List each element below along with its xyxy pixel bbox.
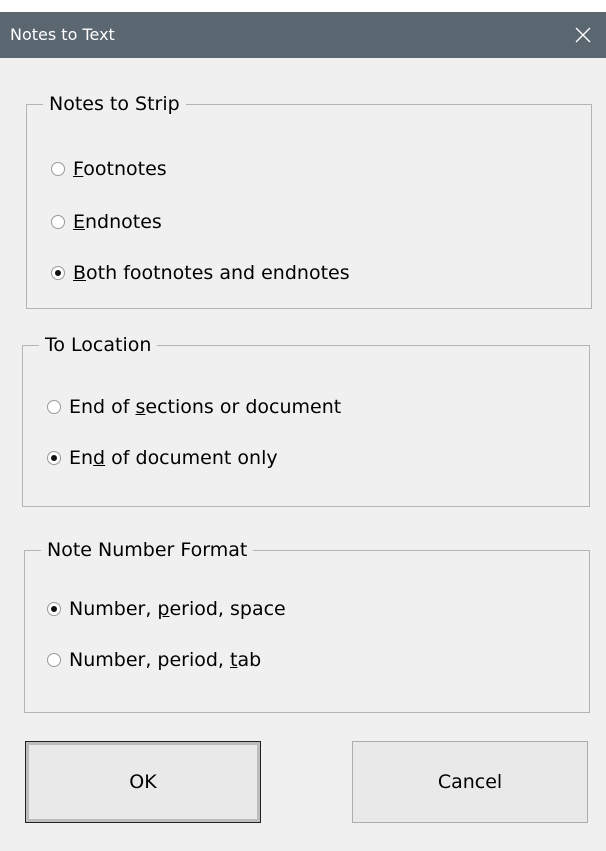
radio-end-of-document-only[interactable]: End of document only <box>47 446 278 470</box>
note-number-format-group: Note Number Format Number, period, space… <box>24 538 590 713</box>
radio-both-indicator[interactable] <box>51 266 65 280</box>
radio-endnotes-indicator[interactable] <box>51 215 65 229</box>
radio-endnotes-label: Endnotes <box>73 211 162 233</box>
radio-end-of-sections-indicator[interactable] <box>47 400 61 414</box>
radio-both-footnotes-and-endnotes[interactable]: Both footnotes and endnotes <box>51 261 350 285</box>
close-icon <box>575 27 591 43</box>
notes-to-strip-group: Notes to Strip Footnotes Endnotes Both f… <box>26 92 592 309</box>
cancel-button[interactable]: Cancel <box>352 741 588 823</box>
notes-to-strip-label: Notes to Strip <box>43 92 186 116</box>
radio-number-period-space[interactable]: Number, period, space <box>47 597 286 621</box>
ok-button[interactable]: OK <box>25 741 261 823</box>
to-location-label: To Location <box>39 333 158 357</box>
title-bar: Notes to Text <box>0 12 606 58</box>
radio-end-of-sections-label: End of sections or document <box>69 396 342 418</box>
to-location-group: To Location End of sections or document … <box>22 333 590 507</box>
radio-number-period-tab-label: Number, period, tab <box>69 649 262 671</box>
note-number-format-label: Note Number Format <box>41 538 254 562</box>
radio-end-of-document-indicator[interactable] <box>47 451 61 465</box>
radio-end-of-sections[interactable]: End of sections or document <box>47 395 341 419</box>
radio-number-period-space-indicator[interactable] <box>47 602 61 616</box>
notes-to-text-dialog: Notes to Text Notes to Strip Footnotes E… <box>0 12 606 851</box>
radio-footnotes-label: Footnotes <box>73 158 167 180</box>
radio-endnotes[interactable]: Endnotes <box>51 210 162 234</box>
radio-footnotes[interactable]: Footnotes <box>51 157 167 181</box>
close-button[interactable] <box>560 12 606 58</box>
window-title: Notes to Text <box>10 25 115 44</box>
radio-both-label: Both footnotes and endnotes <box>73 262 350 284</box>
radio-number-period-tab-indicator[interactable] <box>47 653 61 667</box>
radio-number-period-tab[interactable]: Number, period, tab <box>47 648 261 672</box>
radio-footnotes-indicator[interactable] <box>51 162 65 176</box>
radio-end-of-document-label: End of document only <box>69 447 278 469</box>
radio-number-period-space-label: Number, period, space <box>69 598 286 620</box>
